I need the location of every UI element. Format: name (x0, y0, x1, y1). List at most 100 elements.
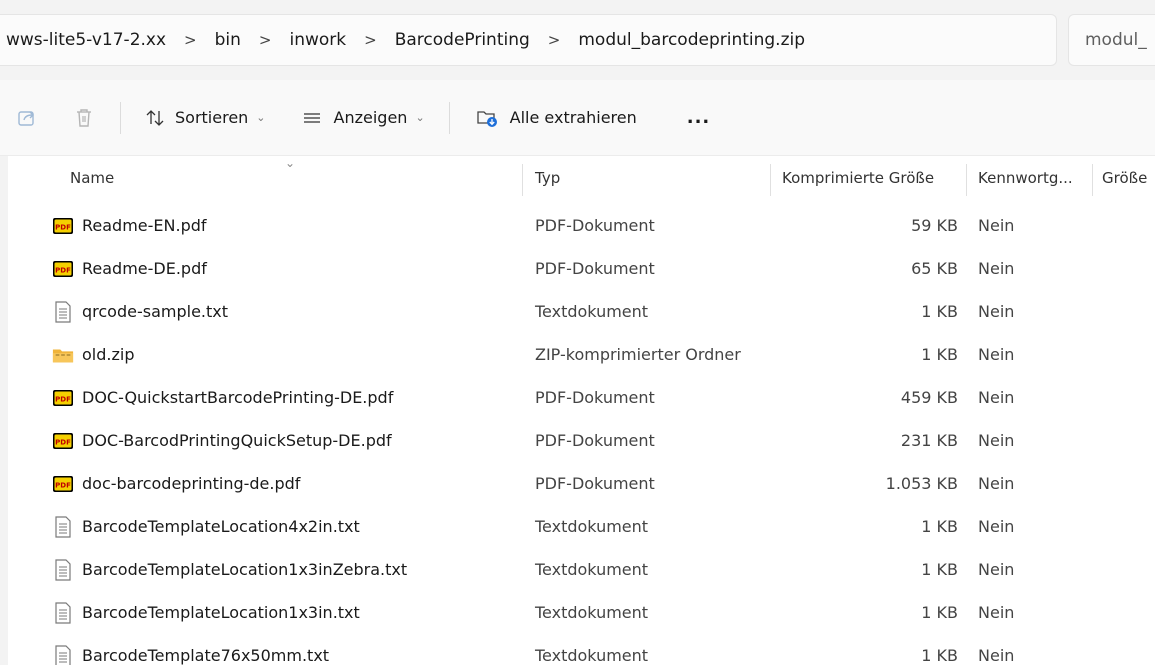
file-password-protected: Nein (978, 302, 1015, 321)
file-row[interactable]: PDF Readme-DE.pdf PDF-Dokument 65 KB Nei… (0, 247, 1155, 290)
file-password-protected: Nein (978, 345, 1015, 364)
address-bar[interactable]: wws-lite5-v17-2.xx > bin > inwork > Barc… (0, 14, 1057, 66)
svg-text:PDF: PDF (55, 438, 71, 446)
file-password-protected: Nein (978, 388, 1015, 407)
chevron-down-icon: ⌄ (415, 111, 425, 124)
text-file-icon (52, 515, 74, 538)
file-row[interactable]: PDF DOC-QuickstartBarcodePrinting-DE.pdf… (0, 376, 1155, 419)
breadcrumb-barcodeprinting[interactable]: BarcodePrinting (395, 30, 530, 50)
file-name: BarcodeTemplateLocation1x3in.txt (82, 603, 360, 622)
file-password-protected: Nein (978, 560, 1015, 579)
file-compressed-size: 1.053 KB (885, 474, 958, 493)
file-row[interactable]: qrcode-sample.txt Textdokument 1 KB Nein (0, 290, 1155, 333)
column-header-compressed-size[interactable]: Komprimierte Größe (782, 156, 934, 200)
file-name: DOC-BarcodPrintingQuickSetup-DE.pdf (82, 431, 392, 450)
column-divider[interactable] (522, 164, 523, 196)
file-row[interactable]: BarcodeTemplateLocation1x3inZebra.txt Te… (0, 548, 1155, 591)
sort-icon (146, 109, 164, 126)
breadcrumb-inwork[interactable]: inwork (289, 30, 346, 50)
file-name: BarcodeTemplateLocation1x3inZebra.txt (82, 560, 408, 579)
file-name: BarcodeTemplate76x50mm.txt (82, 646, 330, 665)
share-button[interactable] (16, 98, 38, 138)
file-name-cell: PDF doc-barcodeprinting-de.pdf (52, 462, 300, 505)
trash-icon (77, 108, 91, 127)
sort-button[interactable]: Sortieren ⌄ (145, 98, 266, 138)
text-file-icon (52, 601, 74, 624)
breadcrumb-zip[interactable]: modul_barcodeprinting.zip (578, 30, 805, 50)
file-name-cell: PDF DOC-BarcodPrintingQuickSetup-DE.pdf (52, 419, 392, 462)
share-icon (18, 110, 34, 126)
file-row[interactable]: BarcodeTemplateLocation4x2in.txt Textdok… (0, 505, 1155, 548)
pdf-icon: PDF (52, 430, 74, 452)
text-file-icon (52, 558, 74, 581)
file-type: ZIP-komprimierter Ordner (535, 345, 741, 364)
file-compressed-size: 1 KB (921, 646, 958, 665)
file-name-cell: BarcodeTemplateLocation1x3in.txt (52, 591, 360, 634)
address-bar-row: wws-lite5-v17-2.xx > bin > inwork > Barc… (0, 0, 1155, 80)
search-input[interactable]: modul_ (1068, 14, 1155, 66)
column-header-password[interactable]: Kennwortg... (978, 156, 1073, 200)
file-name: doc-barcodeprinting-de.pdf (82, 474, 301, 493)
column-header-type[interactable]: Typ (535, 156, 560, 200)
toolbar-divider (120, 101, 121, 134)
file-compressed-size: 65 KB (911, 259, 958, 278)
breadcrumb-separator-icon[interactable]: > (364, 31, 377, 49)
text-file-icon (52, 644, 74, 665)
breadcrumb-separator-icon[interactable]: > (259, 31, 272, 49)
breadcrumb-separator-icon[interactable]: > (548, 31, 561, 49)
file-type: PDF-Dokument (535, 431, 655, 450)
file-row[interactable]: old.zip ZIP-komprimierter Ordner 1 KB Ne… (0, 333, 1155, 376)
zip-folder-icon (52, 344, 74, 366)
svg-text:PDF: PDF (55, 266, 71, 274)
extract-all-button[interactable]: Alle extrahieren (476, 98, 637, 138)
pdf-icon: PDF (52, 215, 74, 237)
file-name: qrcode-sample.txt (82, 302, 229, 321)
file-type: PDF-Dokument (535, 388, 655, 407)
column-header-name[interactable]: Name (70, 156, 114, 200)
file-password-protected: Nein (978, 259, 1015, 278)
file-password-protected: Nein (978, 646, 1015, 665)
delete-button[interactable] (74, 98, 94, 138)
text-file-icon (52, 300, 74, 323)
pdf-icon: PDF (52, 387, 74, 409)
file-name-cell: PDF Readme-EN.pdf (52, 204, 207, 247)
file-compressed-size: 1 KB (921, 603, 958, 622)
file-type: PDF-Dokument (535, 259, 655, 278)
file-row[interactable]: PDF Readme-EN.pdf PDF-Dokument 59 KB Nei… (0, 204, 1155, 247)
column-divider[interactable] (966, 164, 967, 196)
svg-text:PDF: PDF (55, 395, 71, 403)
breadcrumb-separator-icon[interactable]: > (184, 31, 197, 49)
view-button[interactable]: Anzeigen ⌄ (302, 98, 425, 138)
file-name: Readme-EN.pdf (82, 216, 207, 235)
file-row[interactable]: BarcodeTemplateLocation1x3in.txt Textdok… (0, 591, 1155, 634)
column-divider[interactable] (770, 164, 771, 196)
file-type: Textdokument (535, 302, 649, 321)
file-type: Textdokument (535, 646, 649, 665)
file-name-cell: PDF Readme-DE.pdf (52, 247, 207, 290)
file-row[interactable]: BarcodeTemplate76x50mm.txt Textdokument … (0, 634, 1155, 665)
file-row[interactable]: PDF doc-barcodeprinting-de.pdf PDF-Dokum… (0, 462, 1155, 505)
file-name: BarcodeTemplateLocation4x2in.txt (82, 517, 360, 536)
file-type: Textdokument (535, 560, 649, 579)
more-options-button[interactable]: ... (687, 98, 711, 138)
sort-indicator-icon: ⌄ (285, 156, 296, 170)
extract-folder-icon (477, 110, 497, 127)
breadcrumb-bin[interactable]: bin (215, 30, 241, 50)
file-password-protected: Nein (978, 474, 1015, 493)
column-divider[interactable] (1092, 164, 1093, 196)
sort-label: Sortieren (175, 108, 249, 127)
file-row[interactable]: PDF DOC-BarcodPrintingQuickSetup-DE.pdf … (0, 419, 1155, 462)
file-password-protected: Nein (978, 431, 1015, 450)
file-password-protected: Nein (978, 216, 1015, 235)
breadcrumb-root[interactable]: wws-lite5-v17-2.xx (6, 30, 166, 50)
svg-text:PDF: PDF (55, 223, 71, 231)
file-type: PDF-Dokument (535, 216, 655, 235)
file-explorer-window: wws-lite5-v17-2.xx > bin > inwork > Barc… (0, 0, 1155, 665)
svg-text:PDF: PDF (55, 481, 71, 489)
file-type: Textdokument (535, 603, 649, 622)
pdf-icon: PDF (52, 258, 74, 280)
toolbar-divider (448, 101, 450, 134)
file-password-protected: Nein (978, 603, 1015, 622)
column-header-size[interactable]: Größe (1102, 156, 1147, 200)
file-name: DOC-QuickstartBarcodePrinting-DE.pdf (82, 388, 394, 407)
